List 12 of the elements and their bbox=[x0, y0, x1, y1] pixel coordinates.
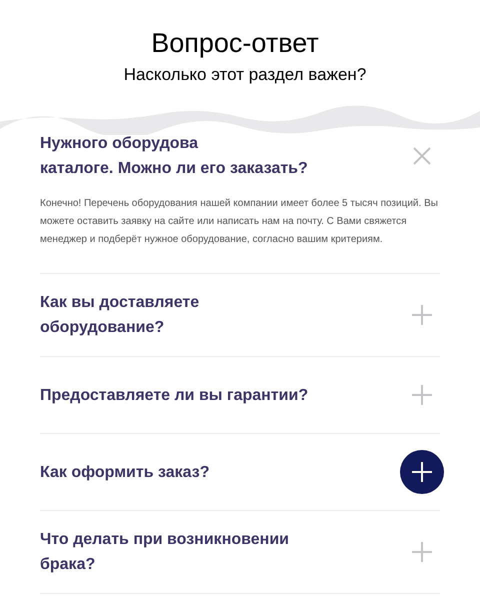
question-text[interactable]: Предоставляете ли вы гарантии? bbox=[40, 382, 308, 408]
question-text[interactable]: каталоге. Можно ли его заказать? bbox=[40, 156, 308, 181]
plus-icon[interactable] bbox=[400, 450, 444, 494]
page-subtitle: Насколько этот раздел важен? bbox=[124, 65, 366, 85]
question-text[interactable]: Нужного оборудова bbox=[40, 131, 308, 156]
question-text[interactable]: брака? bbox=[40, 552, 289, 577]
question-text[interactable]: оборудование? bbox=[40, 315, 200, 340]
question-text[interactable]: Как оформить заказ? bbox=[40, 460, 210, 484]
question-text[interactable]: Как вы доставляете bbox=[40, 290, 200, 315]
question-text[interactable]: Что делать при возникновении bbox=[40, 527, 289, 552]
page-title: Вопрос-ответ bbox=[151, 28, 319, 59]
answer-text: Конечно! Перечень оборудования нашей компании имеет более 5 тысяч позиций. Вы можете оставить заявку на сайте или написать нам на почту. С Вами свяжется менеджер и подберёт нужное оборудование, согласно вашим критериям. bbox=[40, 197, 439, 247]
